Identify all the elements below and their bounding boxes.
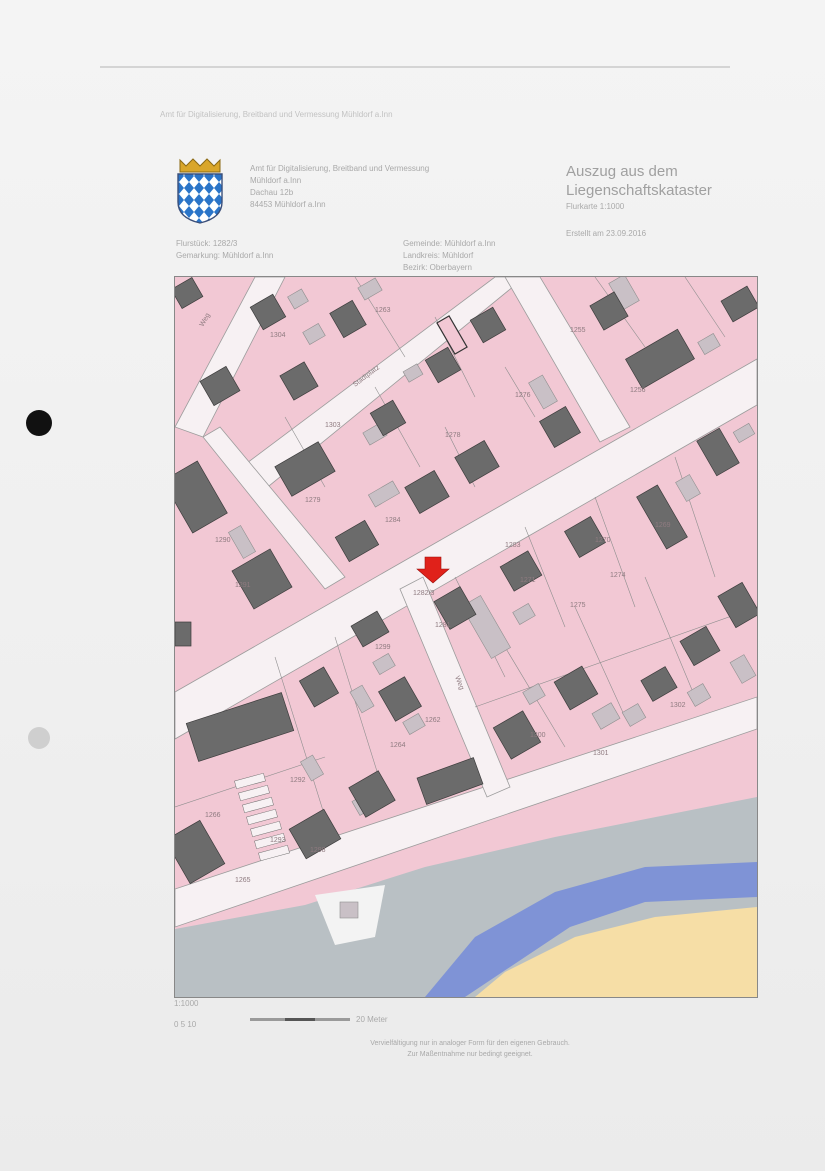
meta-line: Bezirk: Oberbayern	[403, 263, 472, 272]
parcel-number-label: 1278	[445, 432, 461, 439]
bavarian-coat-of-arms-icon	[177, 158, 223, 224]
scale-bar-line	[250, 1018, 350, 1021]
parcel-number-label: 1300	[530, 732, 546, 739]
footer-line: Zur Maßentnahme nur bedingt geeignet.	[407, 1051, 533, 1058]
parcel-number-label: 1302	[670, 702, 686, 709]
parcel-number-label: 1263	[375, 307, 391, 314]
meta-line: Gemeinde: Mühldorf a.Inn	[403, 239, 496, 248]
parcel-number-label: 1275	[570, 602, 586, 609]
office-line: Mühldorf a.Inn	[250, 176, 302, 185]
parcel-number-label: 1283	[505, 542, 521, 549]
meta-line: Landkreis: Mühldorf	[403, 251, 474, 260]
top-faint-text: Amt für Digitalisierung, Breitband und V…	[160, 110, 393, 119]
parcel-number-label: 1276	[515, 392, 531, 399]
title-line-2: Liegenschaftskataster	[566, 182, 712, 199]
parcel-number-label: 1255	[570, 327, 586, 334]
punch-hole-faint	[28, 727, 50, 749]
meta-line: Gemarkung: Mühldorf a.Inn	[176, 251, 274, 260]
footer-line: Vervielfältigung nur in analoger Form fü…	[370, 1040, 570, 1047]
parcel-number-label: 1301	[593, 750, 609, 757]
document-title: Auszug aus dem Liegenschaftskataster	[566, 162, 712, 200]
meta-line: Flurstück: 1282/3	[176, 239, 238, 248]
parcel-number-label: 1271	[520, 577, 536, 584]
parcel-number-label: 1299	[375, 644, 391, 651]
parcel-number-label: 1281	[435, 622, 451, 629]
meta-right: Gemeinde: Mühldorf a.Inn Landkreis: Mühl…	[403, 238, 496, 274]
parcel-number-label: 1264	[390, 742, 406, 749]
footer-note: Vervielfältigung nur in analoger Form fü…	[300, 1038, 640, 1060]
office-block: Amt für Digitalisierung, Breitband und V…	[250, 163, 429, 211]
parcel-number-label: 1293	[270, 837, 286, 844]
parcel-number-label: 1270	[595, 537, 611, 544]
parcel-number-label: 1269	[655, 522, 671, 529]
parcel-number-label: 1274	[610, 572, 626, 579]
parcel-number-label: 1266	[205, 812, 221, 819]
title-sub: Flurkarte 1:1000	[566, 202, 625, 211]
document-page: Amt für Digitalisierung, Breitband und V…	[0, 0, 825, 1171]
office-line: 84453 Mühldorf a.Inn	[250, 200, 326, 209]
header-rule	[100, 66, 730, 68]
scale-bar: 0 5 10	[174, 1014, 196, 1032]
parcel-number-label: 1284	[385, 517, 401, 524]
scale-label-left: 0 5 10	[174, 1020, 197, 1029]
parcel-number-label: 1290	[215, 537, 231, 544]
parcel-number-label: 1265	[235, 877, 251, 884]
office-line: Dachau 12b	[250, 188, 294, 197]
parcel-number-label: 1292	[290, 777, 306, 784]
parcel-number-label: 1304	[270, 332, 286, 339]
punch-hole	[26, 410, 52, 436]
scale-label-right: 20 Meter	[356, 1015, 388, 1024]
parcel-number-label: 1291	[235, 582, 251, 589]
scale-ratio: 1:1000	[174, 999, 199, 1008]
title-line-1: Auszug aus dem	[566, 163, 678, 180]
parcel-number-label: 1262	[425, 717, 441, 724]
parcel-number-label: 1282/3	[413, 590, 435, 597]
office-line: Amt für Digitalisierung, Breitband und V…	[250, 164, 430, 173]
parcel-number-label: 1256	[630, 387, 646, 394]
parcel-number-label: 1303	[325, 422, 341, 429]
meta-left: Flurstück: 1282/3 Gemarkung: Mühldorf a.…	[176, 238, 273, 262]
cadastral-map[interactable]: 1282/3 1283 1284 1281 1279 1278 1276 1275 1274 12…	[174, 276, 758, 998]
date-line: Erstellt am 23.09.2016	[566, 229, 647, 238]
parcel-number-label: 1298	[310, 847, 326, 854]
parcel-number-label: 1279	[305, 497, 321, 504]
